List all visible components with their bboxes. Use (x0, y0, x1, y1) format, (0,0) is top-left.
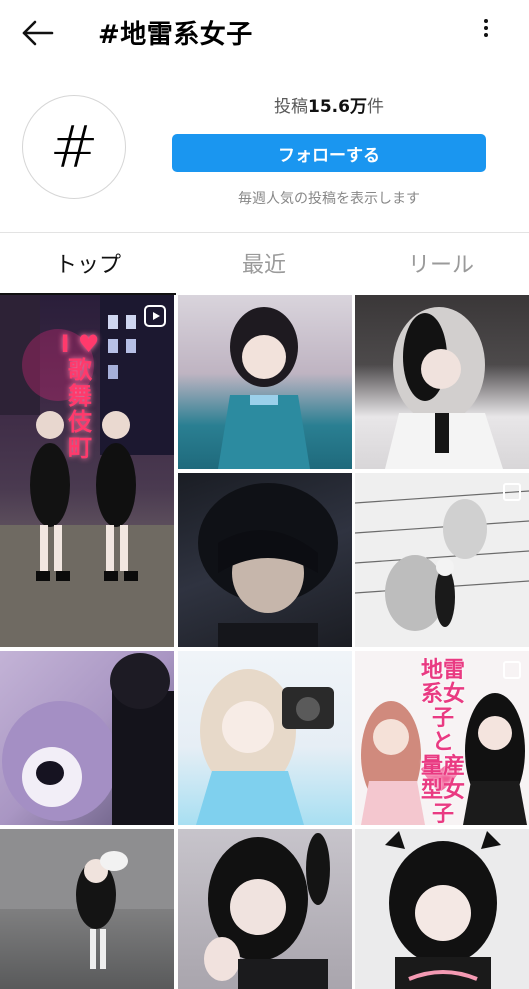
grid-tile-5[interactable] (355, 473, 529, 647)
grid-tile-7[interactable] (178, 651, 352, 825)
grid-tile-3[interactable] (355, 295, 529, 469)
multi-image-icon (503, 661, 521, 679)
post-count-prefix: 投稿 (274, 97, 309, 117)
reel-icon (144, 305, 166, 327)
post-count: 投稿15.6万件 (172, 92, 486, 117)
grid-tile-2[interactable] (178, 295, 352, 469)
grid-tile-4[interactable] (178, 473, 352, 647)
tab-recent[interactable]: 最近 (176, 233, 352, 293)
more-options-icon[interactable] (474, 16, 498, 46)
tab-top[interactable]: トップ (0, 233, 176, 293)
grid-tile-1[interactable]: I ♥ 歌舞伎町 (0, 295, 174, 647)
top-bar: #地雷系女子 (0, 0, 529, 64)
post-count-value: 15.6万 (308, 97, 367, 117)
grid-tile-8[interactable]: 地雷系女子 と 量産型女子 (355, 651, 529, 825)
grid-tile-9[interactable] (0, 829, 174, 989)
grid-tile-11[interactable] (355, 829, 529, 989)
multi-image-icon (503, 483, 521, 501)
post-count-suffix: 件 (366, 97, 384, 117)
back-arrow-icon[interactable] (20, 16, 56, 50)
tile-caption-kabukicho: I ♥ 歌舞伎町 (60, 330, 100, 462)
tile-caption-illustration: 地雷系女子 と 量産型女子 (421, 658, 466, 826)
tab-bar: トップ 最近 リール (0, 233, 529, 293)
hashtag-icon: # (49, 113, 99, 181)
grid-tile-6[interactable] (0, 651, 174, 825)
follow-button[interactable]: フォローする (172, 134, 486, 172)
page-title: #地雷系女子 (98, 20, 253, 50)
hashtag-avatar: # (22, 95, 126, 199)
weekly-popular-note: 毎週人気の投稿を表示します (238, 191, 420, 207)
grid-tile-10[interactable] (178, 829, 352, 989)
tab-reels[interactable]: リール (353, 233, 529, 293)
